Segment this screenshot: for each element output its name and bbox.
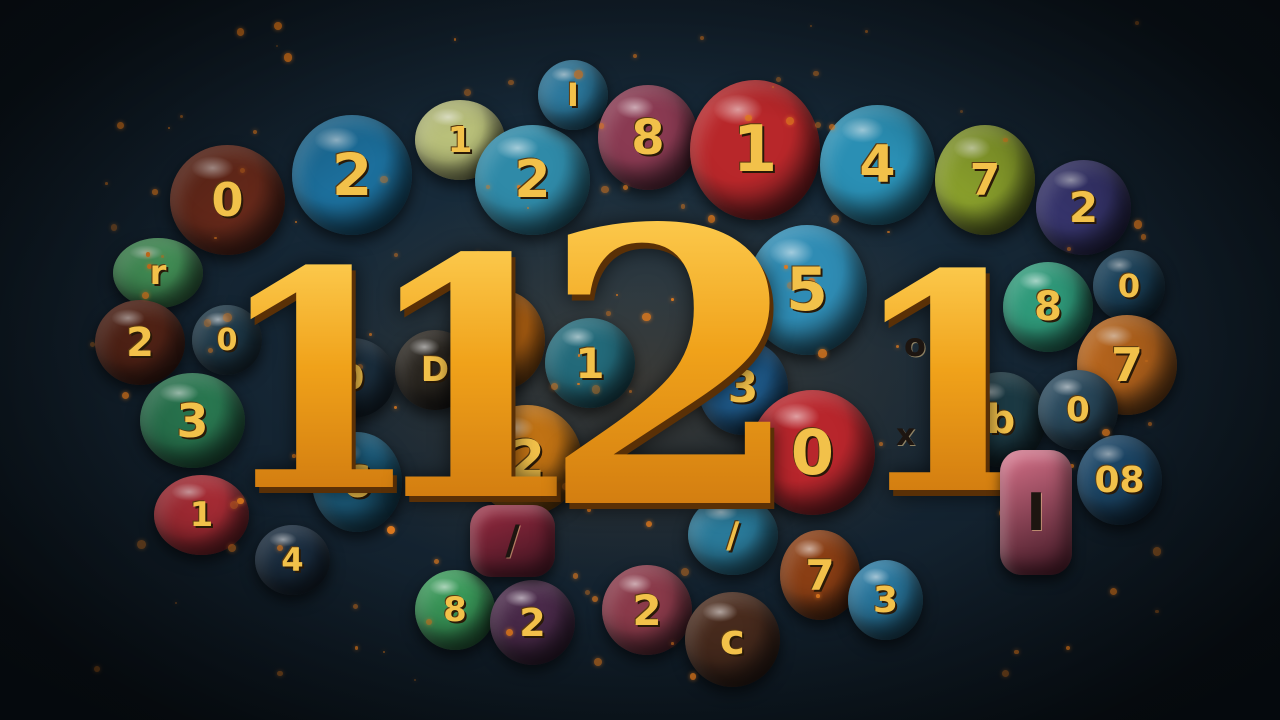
ball-label: 7 — [969, 154, 1001, 206]
headline-digit-3: 2 — [540, 146, 805, 593]
speck — [167, 126, 171, 130]
ball-label: 08 — [1094, 459, 1145, 501]
speck — [354, 646, 359, 650]
speck — [1140, 234, 1146, 240]
ball-label: 3 — [176, 393, 209, 448]
speck — [111, 224, 118, 231]
number-pill: / — [470, 505, 555, 577]
speck — [1147, 422, 1153, 427]
ball-label: r — [149, 253, 167, 293]
speck — [122, 392, 130, 400]
number-ball: 2 — [95, 300, 185, 385]
number-art-scene: 0212I81472r203D11508073026b00814822c73/I… — [0, 0, 1280, 720]
number-ball: I — [538, 60, 608, 130]
ball-label: 4 — [859, 135, 896, 195]
speck — [1152, 547, 1162, 556]
number-pill: I — [1000, 450, 1072, 575]
speck — [152, 189, 158, 195]
speck — [508, 79, 514, 86]
speck — [1014, 649, 1020, 655]
speck — [1102, 428, 1110, 437]
speck — [104, 181, 108, 185]
speck — [383, 651, 386, 654]
letter-o: o — [904, 326, 926, 364]
speck — [283, 53, 293, 62]
number-ball: 08 — [1077, 435, 1162, 525]
ball-label: 3 — [872, 579, 899, 621]
number-ball: c — [685, 592, 780, 687]
number-ball: 8 — [415, 570, 495, 650]
ball-label: 2 — [1068, 183, 1099, 232]
speck — [142, 292, 150, 299]
speck — [689, 673, 697, 680]
speck — [505, 628, 513, 637]
speck — [116, 121, 124, 129]
ball-label: 2 — [519, 600, 546, 645]
speck — [818, 349, 827, 358]
ball-label: 1 — [189, 495, 214, 535]
letter-x: x — [896, 418, 916, 453]
speck — [352, 603, 358, 609]
speck — [179, 114, 183, 118]
ball-label: 8 — [443, 590, 467, 630]
speck — [463, 89, 471, 96]
number-ball: 4 — [820, 105, 935, 225]
speck — [94, 665, 101, 673]
ball-label: 1 — [447, 119, 473, 161]
speck — [831, 215, 839, 223]
speck — [814, 121, 822, 129]
speck — [1154, 609, 1159, 614]
speck — [1001, 669, 1009, 678]
speck — [599, 123, 605, 129]
speck — [699, 35, 705, 41]
speck — [813, 70, 819, 77]
speck — [1003, 137, 1008, 143]
speck — [594, 658, 603, 667]
speck — [809, 25, 812, 28]
speck — [864, 29, 868, 33]
speck — [413, 679, 416, 682]
number-ball: 0 — [1093, 250, 1165, 322]
ball-label: I — [567, 76, 579, 114]
ball-label: 0 — [1117, 267, 1141, 305]
ball-label: 7 — [1110, 338, 1143, 392]
speck — [1145, 359, 1148, 362]
speck — [275, 44, 279, 48]
speck — [207, 347, 213, 353]
speck — [137, 539, 147, 549]
speck — [670, 642, 674, 646]
pill-label: I — [1026, 482, 1046, 543]
speck — [1109, 587, 1117, 596]
speck — [776, 76, 782, 82]
speck — [277, 670, 283, 676]
speck — [253, 130, 258, 135]
ball-label: c — [720, 615, 745, 664]
speck — [959, 110, 963, 114]
speck — [203, 319, 211, 327]
speck — [1134, 220, 1143, 229]
pill-label: / — [505, 518, 520, 564]
ball-label: 0 — [1066, 390, 1090, 430]
speck — [591, 595, 598, 602]
speck — [237, 28, 245, 36]
speck — [1067, 247, 1071, 252]
speck — [273, 21, 282, 30]
ball-label: 2 — [126, 319, 154, 366]
speck — [1134, 21, 1140, 26]
speck — [453, 38, 457, 41]
ball-label: 7 — [805, 550, 835, 600]
number-ball: r — [113, 238, 203, 308]
speck — [633, 54, 638, 59]
speck — [1065, 645, 1071, 651]
number-ball: 3 — [848, 560, 923, 640]
speck — [174, 601, 178, 605]
